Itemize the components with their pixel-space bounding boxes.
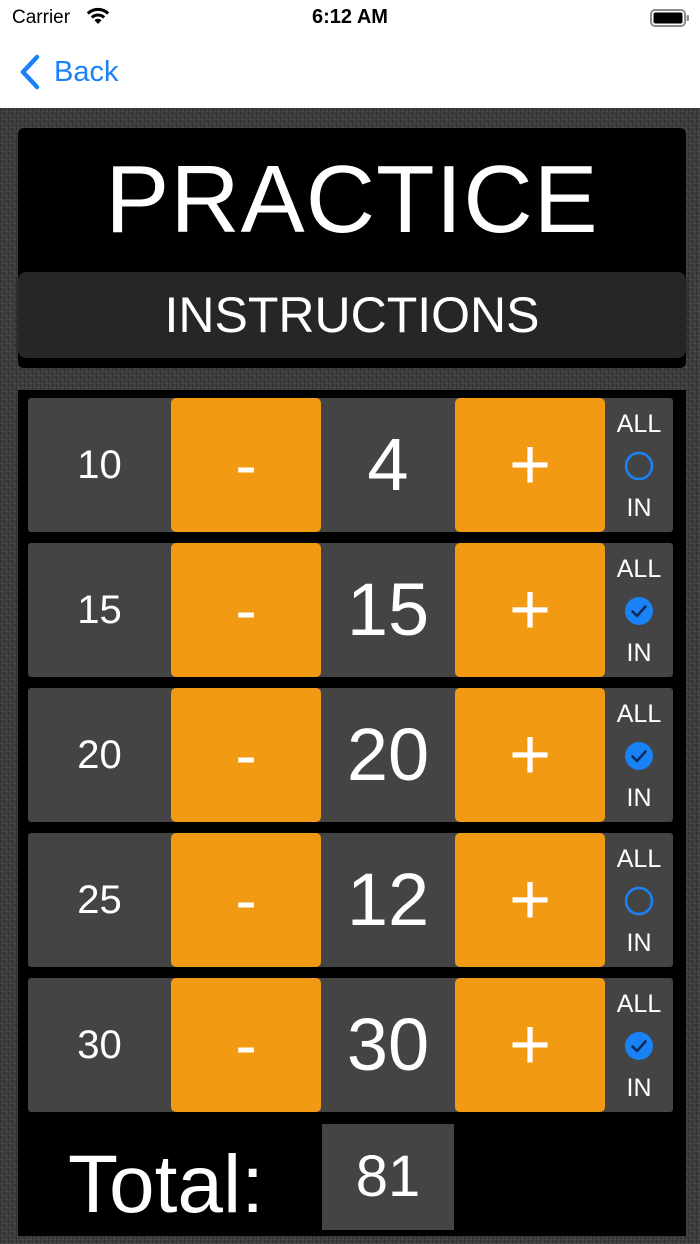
in-label: IN	[626, 639, 652, 667]
empty-circle-icon	[624, 451, 654, 481]
nav-bar: Back	[0, 36, 700, 108]
distance-label: 10	[77, 443, 122, 487]
all-in-toggle[interactable]: ALL IN	[605, 688, 673, 822]
all-in-toggle[interactable]: ALL IN	[605, 833, 673, 967]
count-value: 4	[367, 423, 409, 506]
table-row: 30 - 30 + ALL IN	[28, 978, 673, 1112]
distance-label: 15	[77, 588, 122, 632]
in-label: IN	[626, 1074, 652, 1102]
checkmark-circle-icon	[625, 597, 653, 625]
increment-button[interactable]: +	[455, 543, 605, 677]
total-value: 81	[322, 1124, 454, 1230]
all-label: ALL	[616, 555, 662, 583]
distance-label: 25	[77, 878, 122, 922]
header-card: PRACTICE INSTRUCTIONS	[18, 128, 686, 368]
practice-board: 10 - 4 + ALL IN 15 - 15 + ALL IN 20 - 20…	[18, 390, 686, 1236]
count-value: 12	[346, 858, 430, 941]
decrement-button[interactable]: -	[171, 398, 321, 532]
checkmark-circle-icon	[625, 1032, 653, 1060]
all-label: ALL	[616, 700, 662, 728]
in-label: IN	[626, 929, 652, 957]
count-value: 30	[346, 1003, 430, 1086]
total-label: Total:	[68, 1139, 264, 1230]
page-title: PRACTICE	[105, 146, 599, 253]
all-in-toggle[interactable]: ALL IN	[605, 398, 673, 532]
increment-button[interactable]: +	[455, 833, 605, 967]
content-area: PRACTICE INSTRUCTIONS 10 - 4 + ALL IN 15…	[0, 108, 700, 1244]
all-in-toggle[interactable]: ALL IN	[605, 543, 673, 677]
table-row: 25 - 12 + ALL IN	[28, 833, 673, 967]
decrement-button[interactable]: -	[171, 688, 321, 822]
in-label: IN	[626, 784, 652, 812]
checkmark-circle-icon	[625, 742, 653, 770]
battery-icon	[650, 9, 689, 27]
increment-button[interactable]: +	[455, 398, 605, 532]
count-value: 15	[346, 568, 430, 651]
count-value: 20	[346, 713, 430, 796]
all-label: ALL	[616, 990, 662, 1018]
table-row: 20 - 20 + ALL IN	[28, 688, 673, 822]
decrement-button[interactable]: -	[171, 978, 321, 1112]
all-in-toggle[interactable]: ALL IN	[605, 978, 673, 1112]
decrement-button[interactable]: -	[171, 833, 321, 967]
instructions-button[interactable]: INSTRUCTIONS	[18, 272, 686, 358]
distance-label: 20	[77, 733, 122, 777]
table-row: 15 - 15 + ALL IN	[28, 543, 673, 677]
decrement-button[interactable]: -	[171, 543, 321, 677]
status-time: 6:12 AM	[312, 6, 388, 28]
increment-button[interactable]: +	[455, 688, 605, 822]
empty-circle-icon	[624, 886, 654, 916]
table-row: 10 - 4 + ALL IN	[28, 398, 673, 532]
back-label: Back	[54, 55, 119, 88]
all-label: ALL	[616, 845, 662, 873]
chevron-left-icon	[20, 54, 40, 90]
increment-button[interactable]: +	[455, 978, 605, 1112]
status-bar: Carrier 6:12 AM	[0, 0, 700, 36]
back-button[interactable]: Back	[18, 52, 118, 92]
all-label: ALL	[616, 410, 662, 438]
distance-label: 30	[77, 1023, 122, 1067]
in-label: IN	[626, 494, 652, 522]
